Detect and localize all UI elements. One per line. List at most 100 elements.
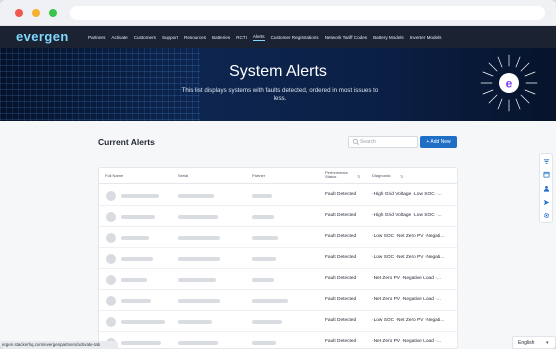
alerts-section: Current Alerts Search + Add New Full Nam… [0,121,556,349]
sort-icon[interactable]: ⇅ [400,174,403,179]
full-name-blurred [121,257,153,261]
nav-link-network-tariff-codes[interactable]: Network Tariff Codes [325,35,367,40]
search-placeholder: Search [360,139,376,145]
nav-link-alerts[interactable]: Alerts [252,34,265,41]
avatar [106,212,116,222]
gear-icon[interactable] [543,212,550,219]
diagnostic: ·Low SOC ·Net Zero PV ·Negati... [372,255,445,260]
table-row[interactable]: Fault Detected ·Low SOC ·Net Zero PV ·Neg… [99,227,457,248]
avatar [106,233,116,243]
partner-blurred [252,341,276,345]
nav-link-customer-registrations[interactable]: Customer Registrations [271,35,319,40]
evergen-burst-icon: e [480,54,538,112]
serial-blurred [178,278,216,282]
top-navigation: evergen Partners Activate Customers Support… [0,26,556,48]
column-header[interactable]: Full Name [105,173,165,178]
table-row[interactable]: Fault Detected ·Low SOC ·Net Zero PV ·Neg… [99,311,457,332]
nav-link-partners[interactable]: Partners [88,35,105,40]
send-icon[interactable] [543,199,550,206]
status-bar: ergen.stackerhq.com/evergenpartners/acti… [0,341,118,349]
avatar [106,296,116,306]
performance-status: Fault Detected [325,255,357,260]
full-name-blurred [121,341,161,345]
serial-blurred [178,236,220,240]
avatar [106,191,116,201]
chevron-down-icon: ▾ [546,340,549,346]
serial-blurred [178,194,214,198]
search-input[interactable]: Search [348,136,418,148]
browser-chrome [0,0,556,26]
diagnostic: ·Low SOC ·Net Zero PV ·Negati... [372,318,445,323]
browser-window: evergen Partners Activate Customers Support… [0,0,556,349]
avatar [106,254,116,264]
performance-status: Fault Detected [325,297,357,302]
section-title: Current Alerts [98,137,155,147]
diagnostic: ·High Grid Voltage ·Low SOC ·... [372,213,442,218]
full-name-blurred [121,215,155,219]
nav-link-batteries[interactable]: Batteries [212,35,230,40]
serial-blurred [178,341,218,345]
avatar [106,317,116,327]
diagnostic: ·High Grid Voltage ·Low SOC ·... [372,192,442,197]
table-row[interactable]: Fault Detected ·Net Zero PV ·Negative Loa… [99,269,457,290]
column-header[interactable]: Partner [252,173,312,178]
performance-status: Fault Detected [325,192,357,197]
table-row[interactable]: Fault Detected ·High Grid Voltage ·Low SO… [99,206,457,227]
avatar [106,275,116,285]
diagnostic: ·Net Zero PV ·Negative Load ·... [372,339,441,344]
performance-status: Fault Detected [325,339,357,344]
close-window-button[interactable] [15,9,23,17]
nav-link-support[interactable]: Support [162,35,178,40]
diagnostic: ·Low SOC ·Net Zero PV ·Negati... [372,234,445,239]
table-header: Full Name Serial Partner Performance Status… [99,168,457,184]
column-header[interactable]: Serial [178,173,238,178]
nav-link-activate[interactable]: Activate [111,35,127,40]
language-label: English [518,340,535,346]
minimize-window-button[interactable] [32,9,40,17]
nav-link-battery-models[interactable]: Battery Models [373,35,404,40]
partner-blurred [252,278,274,282]
table-row[interactable]: Fault Detected ·Net Zero PV ·Negative Loa… [99,332,457,349]
alerts-table: Full Name Serial Partner Performance Status… [98,167,458,349]
performance-status: Fault Detected [325,234,357,239]
hero-banner: System Alerts This list displays systems… [0,48,556,121]
table-row[interactable]: Fault Detected ·Net Zero PV ·Negative Loa… [99,290,457,311]
user-icon[interactable] [543,185,550,192]
table-row[interactable]: Fault Detected ·High Grid Voltage ·Low SO… [99,185,457,206]
performance-status: Fault Detected [325,213,357,218]
nav-link-rcti[interactable]: RCTI [236,35,247,40]
calendar-icon[interactable] [543,171,550,178]
column-header[interactable]: Performance Status [325,170,357,180]
partner-blurred [252,194,272,198]
diagnostic: ·Net Zero PV ·Negative Load ·... [372,276,441,281]
full-name-blurred [121,278,147,282]
full-name-blurred [121,299,151,303]
partner-blurred [252,299,288,303]
performance-status: Fault Detected [325,318,357,323]
evergen-logo[interactable]: evergen [16,29,69,44]
serial-blurred [178,299,220,303]
nav-link-inverter-models[interactable]: Inverter Models [410,35,442,40]
nav-link-customers[interactable]: Customers [134,35,156,40]
serial-blurred [178,257,220,261]
maximize-window-button[interactable] [49,9,57,17]
add-new-button[interactable]: + Add New [420,136,457,148]
sort-icon[interactable]: ⇅ [357,174,360,179]
partner-blurred [252,320,282,324]
nav-links: Partners Activate Customers Support Resource… [88,26,447,48]
table-row[interactable]: Fault Detected ·Low SOC ·Net Zero PV ·Neg… [99,248,457,269]
full-name-blurred [121,236,149,240]
page-title: System Alerts [229,63,327,80]
performance-status: Fault Detected [325,276,357,281]
full-name-blurred [121,320,165,324]
serial-blurred [178,215,218,219]
filter-icon[interactable] [543,158,550,165]
language-selector[interactable]: English ▾ [512,336,556,349]
partner-blurred [252,215,274,219]
search-icon [352,138,359,145]
nav-link-resources[interactable]: Resources [184,35,206,40]
svg-text:e: e [506,77,513,91]
address-bar[interactable] [70,6,545,20]
page-subtitle: This list displays systems with faults d… [181,87,379,103]
diagnostic: ·Net Zero PV ·Negative Load ·... [372,297,441,302]
